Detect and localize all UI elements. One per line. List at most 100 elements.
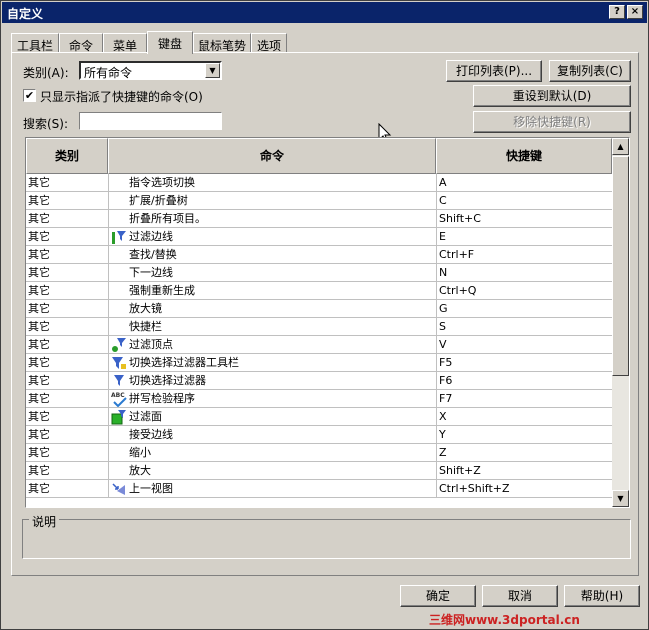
help-title-button[interactable]: ? xyxy=(609,5,625,19)
row-shortcut[interactable]: E xyxy=(436,228,612,246)
table-row[interactable]: 其它 ABC 拼写检验程序 F7 xyxy=(26,390,612,408)
row-command: 接受边线 xyxy=(129,428,173,441)
row-shortcut[interactable]: X xyxy=(436,408,612,426)
only-assigned-label[interactable]: 只显示指派了快捷键的命令(O) xyxy=(40,88,203,105)
table-row[interactable]: 其它 快捷栏 S xyxy=(26,318,612,336)
cancel-button[interactable]: 取消 xyxy=(482,585,558,607)
row-shortcut[interactable]: Ctrl+Shift+Z xyxy=(436,480,612,498)
row-category: 其它 xyxy=(28,194,50,207)
tab-toolbars[interactable]: 工具栏 xyxy=(11,33,59,53)
row-shortcut[interactable]: Ctrl+F xyxy=(436,246,612,264)
only-assigned-checkbox[interactable]: ✔ xyxy=(23,89,36,102)
row-command-cell: 快捷栏 xyxy=(108,318,436,336)
filter-icon xyxy=(111,373,129,389)
row-category: 其它 xyxy=(28,410,50,423)
table-row[interactable]: 其它 指令选项切换 A xyxy=(26,174,612,192)
table-row[interactable]: 其它 切换选择过滤器 F6 xyxy=(26,372,612,390)
table-body: 其它 指令选项切换 A 其它 扩展/折叠树 C 其它 折叠所有项目。 Shift+C 其它 过滤边线… xyxy=(26,174,612,498)
table-row[interactable]: 其它 折叠所有项目。 Shift+C xyxy=(26,210,612,228)
watermark-text: 三维网www.3dportal.cn xyxy=(429,613,580,627)
row-shortcut[interactable]: Y xyxy=(436,426,612,444)
column-header-shortcut[interactable]: 快捷键 xyxy=(436,138,612,174)
row-shortcut[interactable]: N xyxy=(436,264,612,282)
close-button[interactable]: × xyxy=(627,5,643,19)
row-category: 其它 xyxy=(28,284,50,297)
remove-shortcut-button[interactable]: 移除快捷键(R) xyxy=(473,111,631,133)
table-row[interactable]: 其它 接受边线 Y xyxy=(26,426,612,444)
tab-mouse-gestures[interactable]: 鼠标笔势 xyxy=(193,33,251,53)
table-row[interactable]: 其它 扩展/折叠树 C xyxy=(26,192,612,210)
table-row[interactable]: 其它 缩小 Z xyxy=(26,444,612,462)
row-command: 缩小 xyxy=(129,446,151,459)
row-command-cell: 切换选择过滤器工具栏 xyxy=(108,354,436,372)
column-header-category[interactable]: 类别 xyxy=(26,138,108,174)
customize-dialog: 自定义 ? × 工具栏 命令 菜单 键盘 鼠标笔势 选项 类别(A): 所有命令… xyxy=(0,0,649,630)
help-button[interactable]: 帮助(H) xyxy=(564,585,640,607)
table-row[interactable]: 其它 放大镜 G xyxy=(26,300,612,318)
filter-toolbar-icon xyxy=(111,355,129,371)
row-command: 放大 xyxy=(129,464,151,477)
row-command-cell: 上一视图 xyxy=(108,480,436,498)
table-row[interactable]: 其它 下一边线 N xyxy=(26,264,612,282)
row-command: 扩展/折叠树 xyxy=(129,194,188,207)
chevron-down-icon[interactable]: ▼ xyxy=(205,63,220,78)
tab-options[interactable]: 选项 xyxy=(251,33,287,53)
row-shortcut[interactable]: A xyxy=(436,174,612,192)
copy-list-button[interactable]: 复制列表(C) xyxy=(549,60,631,82)
row-shortcut[interactable]: F5 xyxy=(436,354,612,372)
print-list-button[interactable]: 打印列表(P)... xyxy=(446,60,542,82)
table-row[interactable]: 其它 切换选择过滤器工具栏 F5 xyxy=(26,354,612,372)
row-command: 放大镜 xyxy=(129,302,162,315)
tab-menus[interactable]: 菜单 xyxy=(103,33,147,53)
previous-view-icon xyxy=(111,481,129,497)
row-command-cell: 放大 xyxy=(108,462,436,480)
category-select[interactable]: 所有命令 ▼ xyxy=(79,61,222,80)
row-command-cell: 指令选项切换 xyxy=(108,174,436,192)
table-row[interactable]: 其它 过滤顶点 V xyxy=(26,336,612,354)
row-shortcut[interactable]: C xyxy=(436,192,612,210)
row-command: 下一边线 xyxy=(129,266,173,279)
scroll-down-icon[interactable]: ▼ xyxy=(612,490,629,507)
row-shortcut[interactable]: V xyxy=(436,336,612,354)
reset-default-button[interactable]: 重设到默认(D) xyxy=(473,85,631,107)
row-category: 其它 xyxy=(28,320,50,333)
row-shortcut[interactable]: G xyxy=(436,300,612,318)
svg-text:ABC: ABC xyxy=(111,392,125,399)
column-header-command[interactable]: 命令 xyxy=(108,138,436,174)
scroll-up-icon[interactable]: ▲ xyxy=(612,138,629,155)
tab-keyboard[interactable]: 键盘 xyxy=(147,31,193,54)
search-label: 搜索(S): xyxy=(23,117,69,131)
category-label: 类别(A): xyxy=(23,66,69,80)
row-category: 其它 xyxy=(28,374,50,387)
row-command-cell: ABC 拼写检验程序 xyxy=(108,390,436,408)
row-shortcut[interactable]: F7 xyxy=(436,390,612,408)
row-command-cell: 过滤边线 xyxy=(108,228,436,246)
row-category: 其它 xyxy=(28,212,50,225)
row-shortcut[interactable]: S xyxy=(436,318,612,336)
vertical-scrollbar[interactable]: ▲ ▼ xyxy=(612,138,629,507)
row-shortcut[interactable]: Shift+Z xyxy=(436,462,612,480)
table-row[interactable]: 其它 查找/替换 Ctrl+F xyxy=(26,246,612,264)
scroll-thumb[interactable] xyxy=(612,156,629,376)
table-row[interactable]: 其它 过滤边线 E xyxy=(26,228,612,246)
row-shortcut[interactable]: Ctrl+Q xyxy=(436,282,612,300)
row-command: 过滤边线 xyxy=(129,230,173,243)
table-row[interactable]: 其它 强制重新生成 Ctrl+Q xyxy=(26,282,612,300)
row-command: 过滤面 xyxy=(129,410,162,423)
search-input[interactable] xyxy=(79,112,222,130)
row-category: 其它 xyxy=(28,176,50,189)
row-command-cell: 过滤面 xyxy=(108,408,436,426)
row-command: 上一视图 xyxy=(129,482,173,495)
title-bar: 自定义 ? × xyxy=(2,2,647,23)
row-shortcut[interactable]: Shift+C xyxy=(436,210,612,228)
row-category: 其它 xyxy=(28,266,50,279)
description-title: 说明 xyxy=(29,513,60,530)
tab-commands[interactable]: 命令 xyxy=(59,33,103,53)
row-command-cell: 折叠所有项目。 xyxy=(108,210,436,228)
row-shortcut[interactable]: F6 xyxy=(436,372,612,390)
row-shortcut[interactable]: Z xyxy=(436,444,612,462)
table-row[interactable]: 其它 上一视图 Ctrl+Shift+Z xyxy=(26,480,612,498)
ok-button[interactable]: 确定 xyxy=(400,585,476,607)
table-row[interactable]: 其它 放大 Shift+Z xyxy=(26,462,612,480)
table-row[interactable]: 其它 过滤面 X xyxy=(26,408,612,426)
